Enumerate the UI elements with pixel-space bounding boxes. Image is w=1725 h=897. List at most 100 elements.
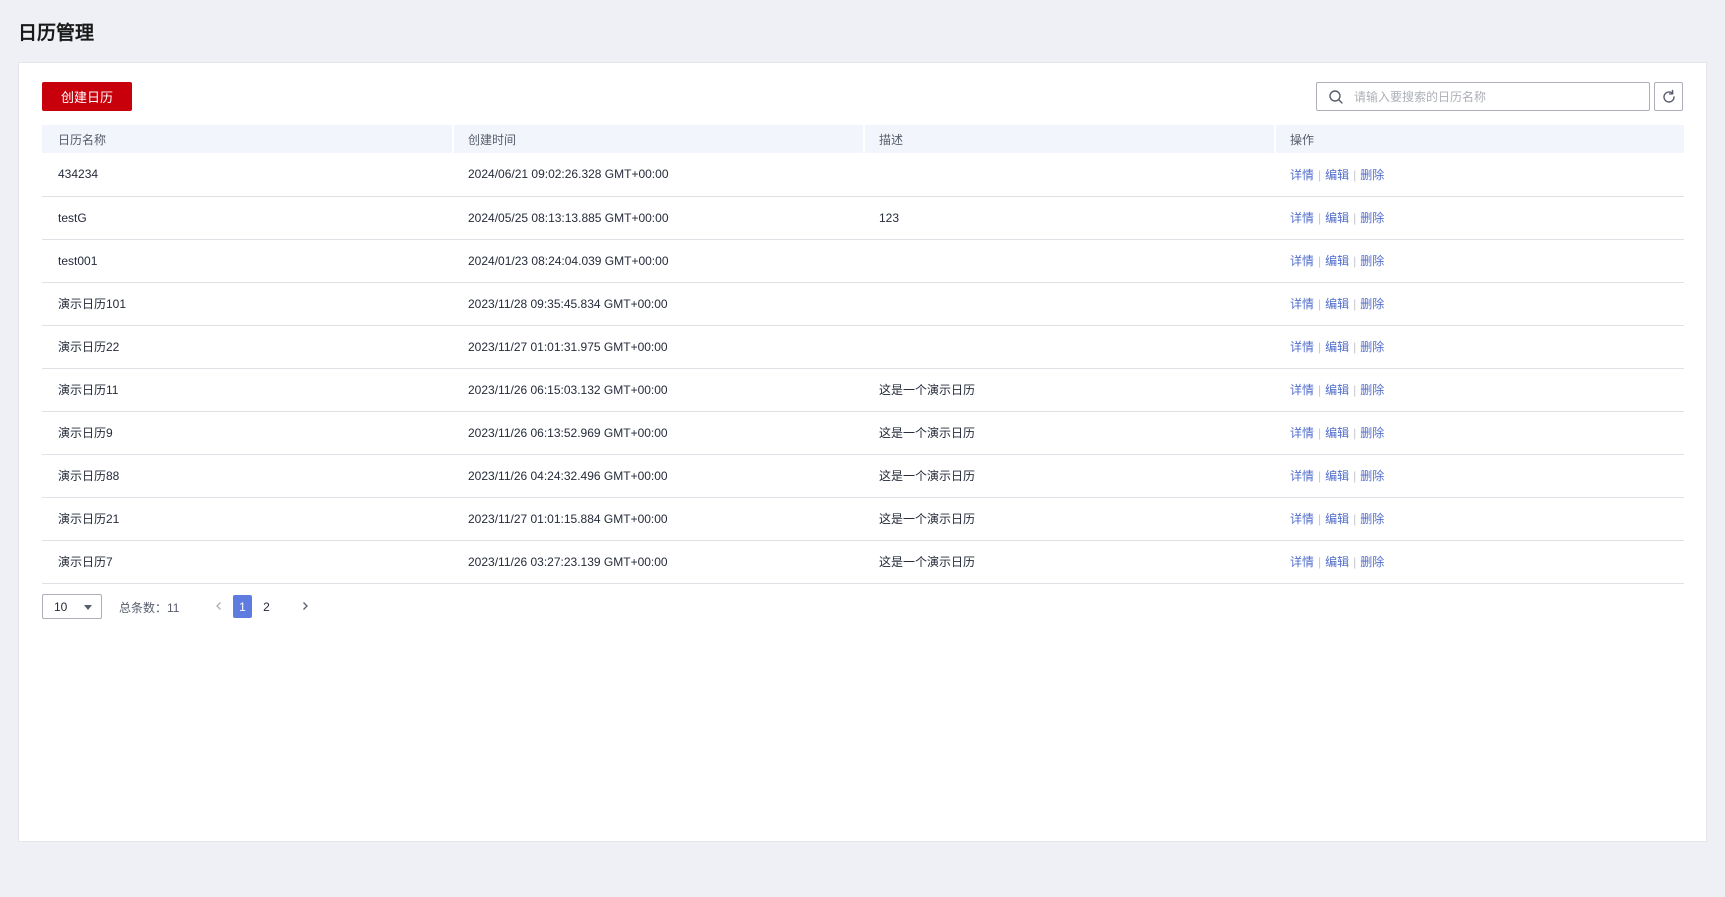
table-row: 演示日历88 2023/11/26 04:24:32.496 GMT+00:00 这… bbox=[42, 454, 1684, 498]
table-row: 演示日历11 2023/11/26 06:15:03.132 GMT+00:00 这… bbox=[42, 368, 1684, 412]
op-separator: | bbox=[1353, 469, 1357, 483]
table-body: 434234 2024/06/21 09:02:26.328 GMT+00:00 详… bbox=[42, 153, 1684, 584]
calendar-name: 演示日历22 bbox=[42, 325, 452, 369]
edit-link[interactable]: 编辑 bbox=[1325, 254, 1349, 268]
description: 这是一个演示日历 bbox=[863, 454, 1274, 498]
delete-link[interactable]: 删除 bbox=[1360, 340, 1384, 354]
op-separator: | bbox=[1353, 555, 1357, 569]
edit-link[interactable]: 编辑 bbox=[1325, 340, 1349, 354]
page-2-button[interactable]: 2 bbox=[257, 595, 276, 618]
operations-cell: 详情 | 编辑 | 删除 bbox=[1274, 239, 1684, 283]
search-input[interactable] bbox=[1354, 86, 1639, 107]
table-row: 演示日历22 2023/11/27 01:01:31.975 GMT+00:00 详… bbox=[42, 325, 1684, 369]
edit-link[interactable]: 编辑 bbox=[1325, 168, 1349, 182]
chevron-right-icon bbox=[303, 602, 308, 610]
operations-cell: 详情 | 编辑 | 删除 bbox=[1274, 497, 1684, 541]
header-created-time: 创建时间 bbox=[452, 125, 863, 153]
page-size-value: 10 bbox=[54, 600, 68, 614]
operations-cell: 详情 | 编辑 | 删除 bbox=[1274, 282, 1684, 326]
refresh-icon bbox=[1662, 89, 1675, 103]
op-separator: | bbox=[1353, 297, 1357, 311]
edit-link[interactable]: 编辑 bbox=[1325, 469, 1349, 483]
created-time: 2023/11/27 01:01:15.884 GMT+00:00 bbox=[452, 497, 863, 541]
detail-link[interactable]: 详情 bbox=[1290, 254, 1314, 268]
edit-link[interactable]: 编辑 bbox=[1325, 211, 1349, 225]
delete-link[interactable]: 删除 bbox=[1360, 254, 1384, 268]
created-time: 2023/11/26 06:15:03.132 GMT+00:00 bbox=[452, 368, 863, 412]
op-separator: | bbox=[1318, 167, 1322, 182]
calendar-list-card: 创建日历 日历名称 创建时间 描述 操作 4342342024/06/21 09 bbox=[18, 62, 1707, 842]
operations-cell: 详情 | 编辑 | 删除 bbox=[1274, 325, 1684, 369]
operations-cell: 详情 | 编辑 | 删除 bbox=[1274, 411, 1684, 455]
total-count: 总条数：11 bbox=[119, 601, 180, 615]
op-separator: | bbox=[1318, 254, 1322, 268]
op-separator: | bbox=[1353, 167, 1357, 182]
op-separator: | bbox=[1318, 383, 1322, 397]
edit-link[interactable]: 编辑 bbox=[1325, 426, 1349, 440]
op-separator: | bbox=[1353, 340, 1357, 354]
created-time: 2024/06/21 09:02:26.328 GMT+00:00 bbox=[452, 153, 863, 197]
detail-link[interactable]: 详情 bbox=[1290, 512, 1314, 526]
delete-link[interactable]: 删除 bbox=[1360, 555, 1384, 569]
header-operations: 操作 bbox=[1274, 125, 1684, 153]
description: 这是一个演示日历 bbox=[863, 411, 1274, 455]
detail-link[interactable]: 详情 bbox=[1290, 469, 1314, 483]
calendar-table: 日历名称 创建时间 描述 操作 434234 2024/06/21 09:02:2… bbox=[42, 125, 1684, 584]
created-time: 2023/11/26 03:27:23.139 GMT+00:00 bbox=[452, 540, 863, 584]
operations-cell: 详情 | 编辑 | 删除 bbox=[1274, 368, 1684, 412]
description bbox=[863, 153, 1274, 197]
delete-link[interactable]: 删除 bbox=[1360, 211, 1384, 225]
created-time: 2023/11/28 09:35:45.834 GMT+00:00 bbox=[452, 282, 863, 326]
op-separator: | bbox=[1318, 469, 1322, 483]
delete-link[interactable]: 删除 bbox=[1360, 512, 1384, 526]
operations-cell: 详情 | 编辑 | 删除 bbox=[1274, 454, 1684, 498]
operations-cell: 详情 | 编辑 | 删除 bbox=[1274, 540, 1684, 584]
refresh-button[interactable] bbox=[1654, 82, 1683, 111]
operations-cell: 详情 | 编辑 | 删除 bbox=[1274, 196, 1684, 240]
page-1-button[interactable]: 1 bbox=[233, 595, 252, 618]
op-separator: | bbox=[1318, 426, 1322, 440]
page-size-select[interactable]: 10 bbox=[42, 594, 102, 619]
detail-link[interactable]: 详情 bbox=[1290, 426, 1314, 440]
created-time: 2023/11/26 04:24:32.496 GMT+00:00 bbox=[452, 454, 863, 498]
delete-link[interactable]: 删除 bbox=[1360, 469, 1384, 483]
edit-link[interactable]: 编辑 bbox=[1325, 512, 1349, 526]
delete-link[interactable]: 删除 bbox=[1360, 168, 1384, 182]
detail-link[interactable]: 详情 bbox=[1290, 168, 1314, 182]
calendar-name: testG bbox=[42, 196, 452, 240]
detail-link[interactable]: 详情 bbox=[1290, 211, 1314, 225]
calendar-name: 演示日历7 bbox=[42, 540, 452, 584]
description: 这是一个演示日历 bbox=[863, 497, 1274, 541]
calendar-name: 演示日历101 bbox=[42, 282, 452, 326]
create-calendar-button[interactable]: 创建日历 bbox=[42, 82, 132, 111]
edit-link[interactable]: 编辑 bbox=[1325, 555, 1349, 569]
detail-link[interactable]: 详情 bbox=[1290, 297, 1314, 311]
next-page-button[interactable] bbox=[296, 597, 314, 615]
description bbox=[863, 282, 1274, 326]
search-icon bbox=[1329, 90, 1343, 104]
delete-link[interactable]: 删除 bbox=[1360, 383, 1384, 397]
op-separator: | bbox=[1318, 297, 1322, 311]
detail-link[interactable]: 详情 bbox=[1290, 383, 1314, 397]
detail-link[interactable]: 详情 bbox=[1290, 555, 1314, 569]
search-box[interactable] bbox=[1316, 82, 1650, 111]
edit-link[interactable]: 编辑 bbox=[1325, 383, 1349, 397]
delete-link[interactable]: 删除 bbox=[1360, 426, 1384, 440]
table-row: 演示日历21 2023/11/27 01:01:15.884 GMT+00:00 这… bbox=[42, 497, 1684, 541]
page-title: 日历管理 bbox=[18, 23, 95, 44]
description bbox=[863, 239, 1274, 283]
created-time: 2023/11/26 06:13:52.969 GMT+00:00 bbox=[452, 411, 863, 455]
calendar-name: 演示日历21 bbox=[42, 497, 452, 541]
delete-link[interactable]: 删除 bbox=[1360, 297, 1384, 311]
detail-link[interactable]: 详情 bbox=[1290, 340, 1314, 354]
description: 这是一个演示日历 bbox=[863, 540, 1274, 584]
op-separator: | bbox=[1353, 512, 1357, 526]
op-separator: | bbox=[1353, 426, 1357, 440]
header-name: 日历名称 bbox=[42, 125, 452, 153]
created-time: 2023/11/27 01:01:31.975 GMT+00:00 bbox=[452, 325, 863, 369]
created-time: 2024/05/25 08:13:13.885 GMT+00:00 bbox=[452, 196, 863, 240]
edit-link[interactable]: 编辑 bbox=[1325, 297, 1349, 311]
table-row: 演示日历7 2023/11/26 03:27:23.139 GMT+00:00 这是… bbox=[42, 540, 1684, 584]
prev-page-button[interactable] bbox=[210, 597, 228, 615]
table-row: 演示日历9 2023/11/26 06:13:52.969 GMT+00:00 这是… bbox=[42, 411, 1684, 455]
